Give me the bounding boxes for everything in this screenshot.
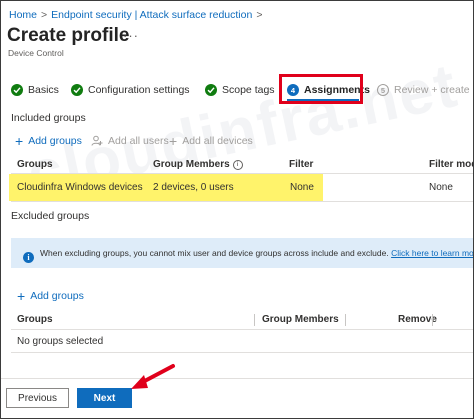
screenshot-frame: cloudinfra.net Home > Endpoint security | … [0, 0, 474, 419]
more-options-button[interactable]: ··· [123, 28, 139, 43]
exclude-add-groups-button[interactable]: + Add groups [17, 288, 84, 304]
step-number-icon: 5 [377, 84, 389, 96]
table-cell-members: 2 devices, 0 users [153, 182, 234, 193]
step-scope-tags[interactable]: Scope tags [205, 84, 275, 96]
step-review-create: 5 Review + create [377, 84, 470, 96]
column-divider [432, 314, 433, 326]
column-header-groups: Groups [17, 159, 53, 170]
table-row-divider [11, 352, 473, 353]
add-all-devices-label: Add all devices [182, 135, 253, 147]
breadcrumb-endpoint-security[interactable]: Endpoint security | Attack surface reduc… [51, 9, 252, 21]
add-all-users-label: Add all users [108, 135, 169, 147]
add-groups-label: Add groups [28, 135, 82, 147]
next-button[interactable]: Next [77, 388, 132, 408]
column-header-filter-mode: Filter mode [429, 159, 473, 170]
info-icon: i [23, 252, 34, 263]
add-groups-button[interactable]: + Add groups [15, 133, 82, 149]
learn-more-link[interactable]: Click here to learn more ab [391, 248, 473, 258]
breadcrumb: Home > Endpoint security | Attack surface … [9, 9, 266, 21]
info-icon[interactable]: i [232, 159, 243, 170]
empty-table-message: No groups selected [17, 336, 104, 347]
checkmark-icon [11, 84, 23, 96]
checkmark-icon [205, 84, 217, 96]
included-groups-heading: Included groups [11, 112, 86, 124]
page-title: Create profile [7, 25, 130, 46]
step-label: Scope tags [222, 84, 275, 96]
user-add-icon [91, 135, 103, 146]
plus-icon: + [17, 288, 26, 304]
previous-button[interactable]: Previous [6, 388, 69, 408]
plus-icon: + [169, 133, 178, 149]
footer-divider [1, 378, 473, 379]
table-row-divider [11, 201, 473, 202]
column-header-label: Group Members [153, 159, 230, 170]
info-banner-text-row: When excluding groups, you cannot mix us… [40, 248, 473, 258]
column-header-group-members: Group Members [262, 314, 339, 325]
page-subtitle: Device Control [8, 48, 64, 58]
plus-icon: + [15, 133, 24, 149]
step-label: Review + create [394, 84, 470, 96]
column-header-groups: Groups [17, 314, 53, 325]
annotation-arrow-icon [131, 364, 175, 389]
breadcrumb-home[interactable]: Home [9, 9, 37, 21]
column-divider [254, 314, 255, 326]
breadcrumb-separator: > [41, 9, 48, 21]
step-configuration-settings[interactable]: Configuration settings [71, 84, 190, 96]
table-cell-filter-mode: None [429, 182, 453, 193]
excluded-groups-heading: Excluded groups [11, 210, 90, 222]
step-label: Basics [28, 84, 59, 96]
add-all-users-button: Add all users [91, 135, 169, 147]
table-cell-group: Cloudinfra Windows devices [17, 182, 143, 193]
add-all-devices-button: + Add all devices [169, 133, 253, 149]
exclude-add-groups-label: Add groups [30, 290, 84, 302]
breadcrumb-separator: > [256, 9, 263, 21]
table-header-divider [11, 329, 473, 330]
info-banner-message: When excluding groups, you cannot mix us… [40, 248, 389, 258]
annotation-highlight-box [279, 74, 363, 104]
column-header-filter: Filter [289, 159, 314, 170]
table-cell-filter[interactable]: None [290, 182, 314, 193]
column-header-group-members: Group Members i [153, 159, 243, 170]
checkmark-icon [71, 84, 83, 96]
step-basics[interactable]: Basics [11, 84, 59, 96]
info-banner-icon-wrap: i [23, 247, 34, 265]
step-label: Configuration settings [88, 84, 190, 96]
column-divider [345, 314, 346, 326]
